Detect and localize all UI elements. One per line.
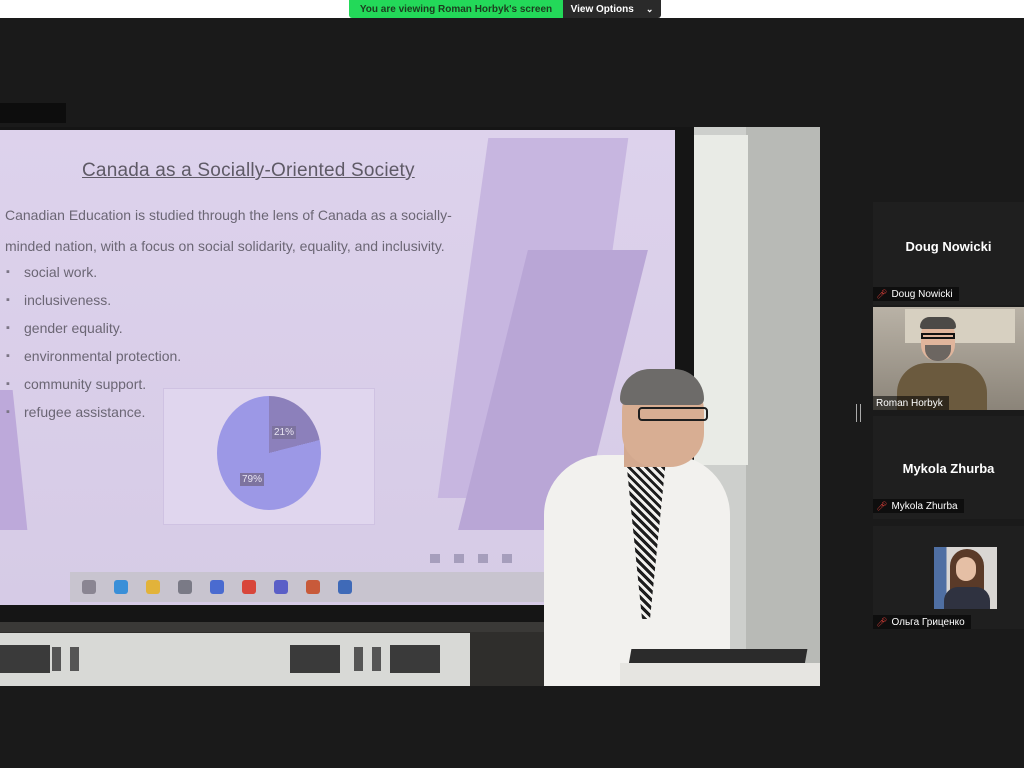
mic-muted-icon: 🎤︎	[876, 288, 888, 299]
chevron-down-icon: ⌄	[645, 3, 654, 14]
slide-body: Canadian Education is studied through th…	[5, 200, 505, 262]
cabinet-slot	[354, 647, 363, 671]
participant-tile[interactable]: Mykola Zhurba 🎤︎ Mykola Zhurba	[873, 416, 1024, 519]
view-options-label: View Options	[570, 3, 634, 15]
presenter-glasses	[638, 407, 708, 421]
cabinet-slot	[372, 647, 381, 671]
cabinet-slot	[70, 647, 79, 671]
projected-taskbar	[70, 572, 552, 602]
list-item: ▪ environmental protection.	[6, 348, 182, 364]
participant-label: 🎤︎ Ольга Гриценко	[873, 615, 971, 629]
list-item: ▪ social work.	[6, 264, 98, 280]
edge-icon	[114, 580, 128, 594]
bullet-icon: ▪	[6, 406, 10, 418]
bullet-icon: ▪	[6, 350, 10, 362]
powerpoint-icon	[306, 580, 320, 594]
presenter	[538, 367, 738, 686]
view-options-button[interactable]: View Options ⌄	[563, 0, 661, 18]
word-icon	[338, 580, 352, 594]
app-icon	[210, 580, 224, 594]
mic-muted-icon: 🎤︎	[876, 500, 888, 511]
panel-resize-handle[interactable]	[856, 404, 861, 422]
list-item: ▪ gender equality.	[6, 320, 123, 336]
mic-muted-icon: 🎤︎	[876, 616, 888, 627]
folder-icon	[146, 580, 160, 594]
reading-view-icon	[478, 554, 488, 563]
chrome-icon	[242, 580, 256, 594]
participant-label: Roman Horbyk	[873, 396, 949, 410]
shared-screen-video[interactable]: Canada as a Socially-Oriented Society Ca…	[0, 127, 820, 686]
store-icon	[178, 580, 192, 594]
pie-chart	[217, 396, 321, 510]
participant-label: 🎤︎ Mykola Zhurba	[873, 499, 964, 513]
list-item: ▪ refugee assistance.	[6, 404, 146, 420]
room-cabinet	[0, 633, 470, 686]
participant-tile[interactable]: Doug Nowicki 🎤︎ Doug Nowicki	[873, 202, 1024, 305]
screen-share-edge	[0, 103, 66, 123]
slide-bullet-list: ▪ social work. ▪ inclusiveness. ▪ gender eq…	[6, 258, 181, 426]
slideshow-icon	[502, 554, 512, 563]
bullet-icon: ▪	[6, 266, 10, 278]
slide-view-toolbar	[430, 554, 512, 563]
cabinet-vent	[390, 645, 440, 673]
avatar	[934, 547, 997, 609]
video-person-hair	[920, 317, 956, 329]
viewing-screen-banner: You are viewing Roman Horbyk's screen	[349, 0, 563, 18]
task-view-icon	[82, 580, 96, 594]
room-pillar	[746, 127, 820, 686]
bullet-icon: ▪	[6, 322, 10, 334]
cabinet-slot	[52, 647, 61, 671]
participant-label: 🎤︎ Doug Nowicki	[873, 287, 959, 301]
slide-body-line: Canadian Education is studied through th…	[5, 207, 452, 223]
screen-ledge	[0, 622, 560, 632]
list-item: ▪ inclusiveness.	[6, 292, 112, 308]
desk	[620, 663, 820, 686]
video-person-glasses	[921, 333, 955, 339]
slide-title: Canada as a Socially-Oriented Society	[82, 160, 415, 181]
pie-slice-label: 79%	[240, 473, 265, 486]
cabinet-vent	[290, 645, 340, 673]
participant-tile[interactable]: Roman Horbyk	[873, 307, 1024, 410]
cabinet-vent	[0, 645, 50, 673]
presenter-hair	[620, 369, 704, 405]
pie-slice-label: 21%	[272, 426, 297, 439]
bullet-icon: ▪	[6, 378, 10, 390]
list-item: ▪ community support.	[6, 376, 147, 392]
slide-sorter-icon	[454, 554, 464, 563]
participant-name: Doug Nowicki	[905, 239, 992, 254]
participant-name: Mykola Zhurba	[902, 461, 995, 476]
participant-tile[interactable]: 🎤︎ Ольга Гриценко	[873, 526, 1024, 629]
bullet-icon: ▪	[6, 294, 10, 306]
teams-icon	[274, 580, 288, 594]
normal-view-icon	[430, 554, 440, 563]
